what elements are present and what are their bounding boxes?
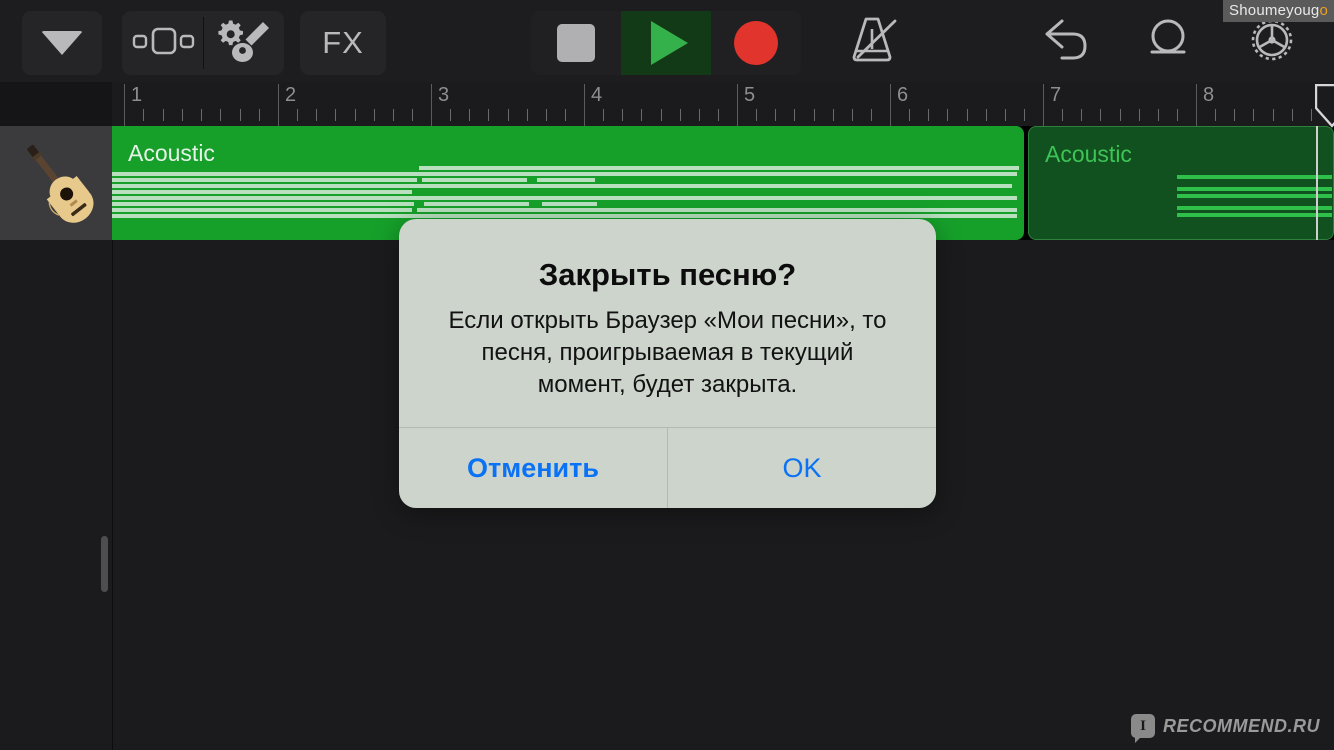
watermark-bottom: I RECOMMEND.RU — [1131, 714, 1320, 743]
alert-overlay: Закрыть песню? Если открыть Браузер «Мои… — [0, 0, 1334, 750]
recommend-logo-icon: I — [1131, 714, 1155, 743]
watermark-bottom-text: RECOMMEND.RU — [1163, 715, 1320, 736]
garageband-window: FX Shoumeyougo 1 2 3 4 5 6 7 8 Acoustic … — [0, 0, 1334, 750]
alert-buttons: Отменить OK — [399, 427, 936, 509]
alert-body: Закрыть песню? Если открыть Браузер «Мои… — [399, 219, 936, 427]
close-song-alert-dialog: Закрыть песню? Если открыть Браузер «Мои… — [399, 219, 936, 509]
ok-button[interactable]: OK — [668, 428, 936, 508]
alert-message: Если открыть Браузер «Мои песни», то пес… — [448, 306, 887, 398]
alert-title: Закрыть песню? — [538, 257, 797, 292]
cancel-button[interactable]: Отменить — [399, 428, 667, 508]
